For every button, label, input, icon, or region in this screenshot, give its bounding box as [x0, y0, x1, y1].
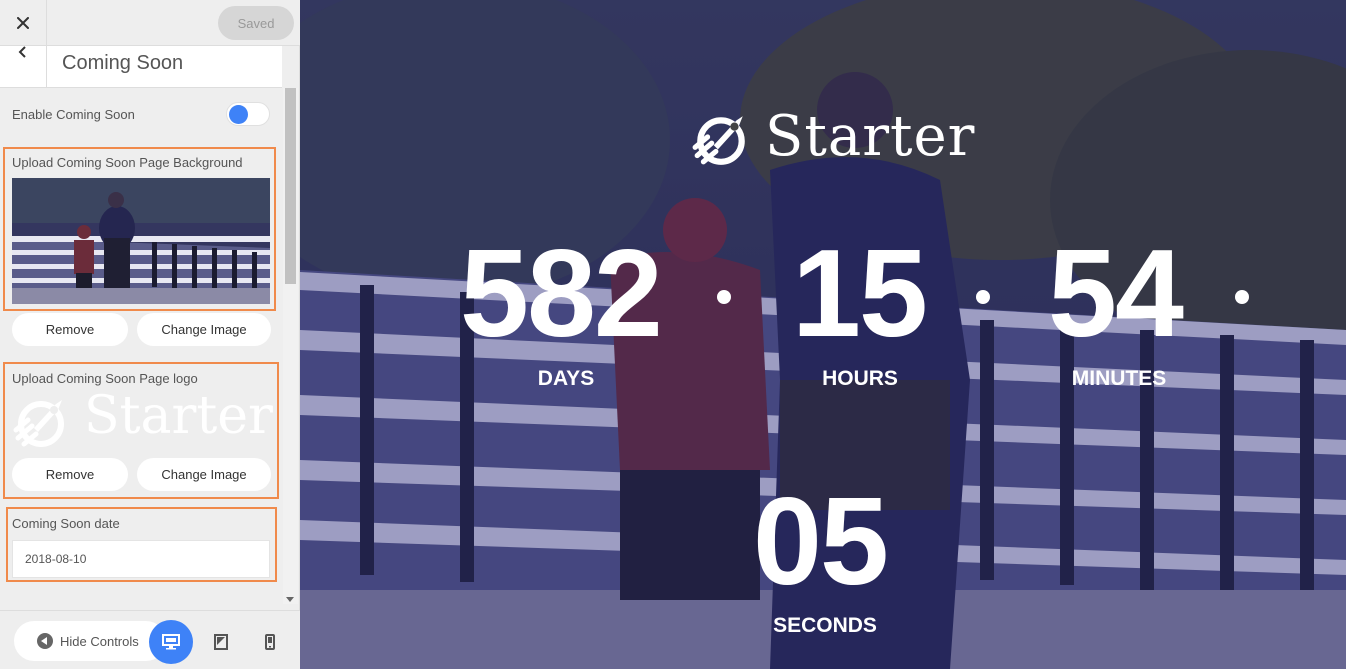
logo-thumbnail: Starter: [12, 386, 273, 450]
desktop-icon: [162, 634, 180, 650]
chevron-left-icon: [18, 46, 26, 58]
background-change-image-button[interactable]: Change Image: [137, 313, 271, 346]
countdown-minutes: 54: [1048, 225, 1184, 363]
logo-upload-label: Upload Coming Soon Page logo: [12, 371, 198, 386]
customizer-topbar: Saved: [0, 0, 300, 46]
brand-name: Starter: [765, 104, 976, 169]
countdown-days-label: DAYS: [537, 367, 595, 390]
close-button[interactable]: [0, 0, 47, 46]
toggle-knob: [229, 105, 248, 124]
rocket-logo-icon: [13, 400, 64, 447]
coming-soon-date-input[interactable]: 2018-08-10: [12, 540, 270, 578]
countdown-seconds-label: SECONDS: [773, 614, 877, 637]
logo-remove-button[interactable]: Remove: [12, 458, 128, 491]
hide-controls-label: Hide Controls: [60, 633, 139, 649]
logo-thumbnail-text: Starter: [84, 386, 273, 446]
back-button[interactable]: [0, 46, 47, 87]
separator-dot: [976, 290, 990, 304]
background-thumbnail: [12, 178, 270, 304]
site-preview: Starter 582 DAYS 15 HOURS 54 MINUTES 05 …: [300, 0, 1346, 669]
background-remove-button[interactable]: Remove: [12, 313, 128, 346]
countdown-seconds: 05: [753, 473, 889, 611]
countdown-hours: 15: [792, 225, 928, 363]
section-header: Coming Soon: [0, 46, 282, 88]
scrollbar[interactable]: [283, 88, 298, 604]
scrollbar-thumb[interactable]: [285, 88, 296, 284]
logo-change-image-button[interactable]: Change Image: [137, 458, 271, 491]
separator-dot: [1235, 290, 1249, 304]
mobile-icon: [265, 634, 275, 650]
device-mobile-button[interactable]: [248, 620, 292, 664]
enable-coming-soon-toggle[interactable]: [226, 102, 270, 126]
rocket-logo-icon: [692, 116, 745, 165]
enable-coming-soon-label: Enable Coming Soon: [12, 107, 135, 122]
section-title: Coming Soon: [62, 52, 184, 74]
device-tablet-button[interactable]: [199, 620, 243, 664]
hide-controls-button[interactable]: Hide Controls: [14, 621, 166, 661]
customizer-footer: Hide Controls: [0, 610, 300, 669]
collapse-arrow-icon: [37, 633, 53, 649]
tablet-icon: [214, 634, 228, 650]
customizer-sidebar: Saved Coming Soon Enable Coming Soon Upl…: [0, 0, 300, 669]
countdown-hours-label: HOURS: [822, 367, 898, 390]
saved-button[interactable]: Saved: [218, 6, 294, 40]
device-desktop-button[interactable]: [149, 620, 193, 664]
countdown-minutes-label: MINUTES: [1071, 367, 1167, 390]
scroll-down-arrow-icon[interactable]: [286, 597, 294, 602]
coming-soon-date-label: Coming Soon date: [12, 516, 120, 531]
background-upload-label: Upload Coming Soon Page Background: [12, 155, 243, 170]
close-icon: [17, 17, 29, 29]
countdown-days: 582: [460, 225, 663, 363]
separator-dot: [717, 290, 731, 304]
